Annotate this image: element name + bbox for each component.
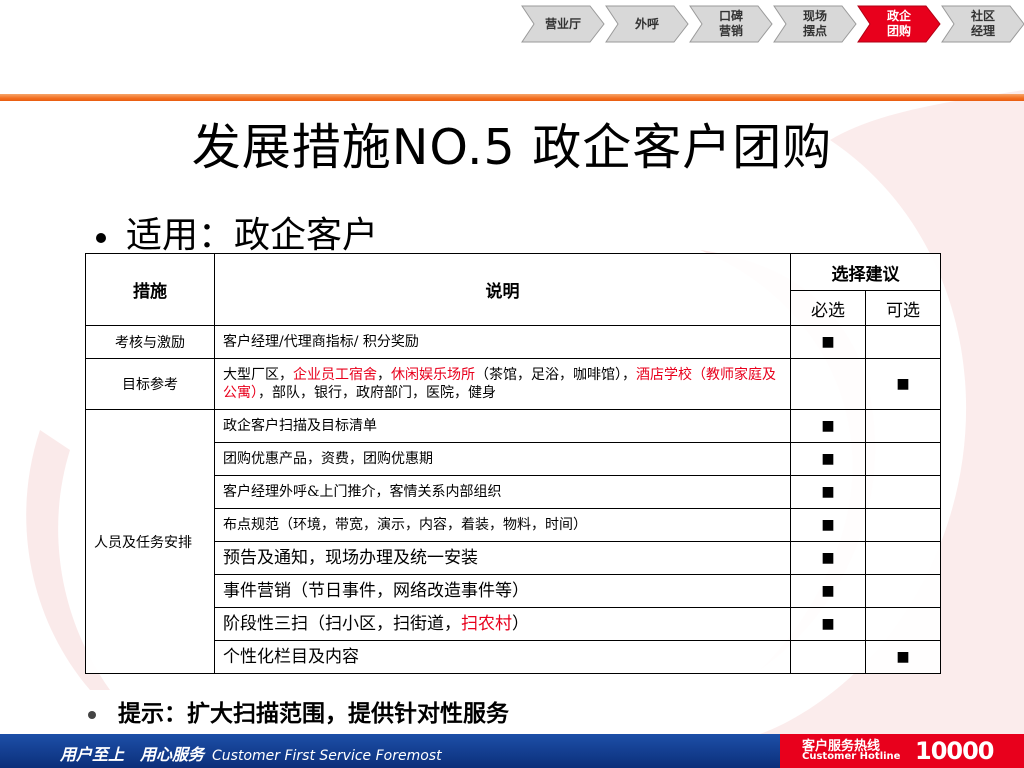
highlight-text: 休闲娱乐场所 bbox=[391, 367, 475, 383]
nav-tab-outbound-call[interactable]: 外呼 bbox=[604, 4, 690, 44]
bullet-dot bbox=[88, 710, 96, 719]
hotline-badge: 客户服务热线 Customer Hotline 10000 bbox=[780, 734, 1024, 768]
measures-table: 措施 说明 选择建议 必选 可选 考核与激励 客户经理/代理商指标/ 积分奖励 … bbox=[85, 253, 941, 674]
required-mark-empty bbox=[790, 640, 866, 674]
optional-mark-empty bbox=[865, 325, 941, 359]
required-mark: ■ bbox=[790, 607, 866, 641]
highlight-text: 企业员工宿舍 bbox=[293, 367, 377, 383]
header-optional: 可选 bbox=[865, 290, 941, 326]
table-row: 布点规范（环境，带宽，演示，内容，着装，物料，时间） ■ bbox=[86, 508, 941, 542]
nav-tab-label: 社区 经理 bbox=[970, 9, 995, 38]
nav-tab-label: 口碑 营销 bbox=[718, 9, 743, 38]
required-mark: ■ bbox=[790, 574, 866, 608]
nav-tab-onsite-booth[interactable]: 现场 摆点 bbox=[772, 4, 858, 44]
required-mark: ■ bbox=[790, 541, 866, 575]
description-cell: 客户经理/代理商指标/ 积分奖励 bbox=[214, 325, 791, 359]
optional-mark-empty bbox=[865, 574, 941, 608]
description-part: 大型厂区， bbox=[223, 367, 293, 383]
required-mark: ■ bbox=[790, 325, 866, 359]
description-part: 阶段性三扫（扫小区，扫街道， bbox=[223, 614, 461, 634]
description-cell: 个性化栏目及内容 bbox=[214, 640, 791, 674]
description-cell: 事件营销（节日事件，网络改造事件等） bbox=[214, 574, 791, 608]
required-mark-empty bbox=[790, 358, 866, 410]
nav-tab-label: 政企 团购 bbox=[886, 9, 911, 38]
nav-tab-gov-enterprise-group-buy[interactable]: 政企 团购 bbox=[856, 4, 942, 44]
description-cell: 政企客户扫描及目标清单 bbox=[214, 409, 791, 443]
header-measure: 措施 bbox=[85, 253, 215, 326]
nav-tab-word-of-mouth[interactable]: 口碑 营销 bbox=[688, 4, 774, 44]
description-cell: 布点规范（环境，带宽，演示，内容，着装，物料，时间） bbox=[214, 508, 791, 542]
tip-text: 提示：扩大扫描范围，提供针对性服务 bbox=[118, 701, 509, 727]
header-description: 说明 bbox=[214, 253, 791, 326]
table-row: 客户经理外呼&上门推介，客情关系内部组织 ■ bbox=[86, 475, 941, 509]
table-row: 个性化栏目及内容 ■ bbox=[86, 640, 941, 674]
description-cell: 预告及通知，现场办理及统一安装 bbox=[214, 541, 791, 575]
slogan-zh: 用户至上 用心服务 bbox=[60, 745, 205, 764]
table-row: 人员及任务安排 政企客户扫描及目标清单 ■ bbox=[85, 409, 941, 674]
nav-tab-community-manager[interactable]: 社区 经理 bbox=[940, 4, 1024, 44]
table-row: 团购优惠产品，资费，团购优惠期 ■ bbox=[86, 442, 941, 476]
header-required: 必选 bbox=[790, 290, 866, 326]
table-row: 阶段性三扫（扫小区，扫街道，扫农村） ■ bbox=[86, 607, 941, 641]
description-part: ， bbox=[377, 367, 391, 383]
optional-mark-empty bbox=[865, 541, 941, 575]
page-title: 发展措施NO.5 政企客户团购 bbox=[191, 119, 833, 176]
highlight-text: 扫农村 bbox=[461, 614, 512, 634]
nav-tab-label: 外呼 bbox=[634, 16, 659, 31]
optional-mark-empty bbox=[865, 607, 941, 641]
required-mark: ■ bbox=[790, 508, 866, 542]
nav-tab-business-hall[interactable]: 营业厅 bbox=[520, 4, 606, 44]
description-part: ，部队，银行，政府部门，医院，健身 bbox=[258, 385, 496, 401]
optional-mark-empty bbox=[865, 508, 941, 542]
hotline-label-en: Customer Hotline bbox=[802, 751, 901, 762]
optional-mark-empty bbox=[865, 409, 941, 443]
optional-mark: ■ bbox=[865, 640, 941, 674]
category-cell: 人员及任务安排 bbox=[85, 409, 215, 674]
description-cell: 大型厂区，企业员工宿舍，休闲娱乐场所（茶馆，足浴，咖啡馆），酒店学校（教师家庭及… bbox=[214, 358, 791, 410]
table-row: 预告及通知，现场办理及统一安装 ■ bbox=[86, 541, 941, 575]
top-navigation: 营业厅 外呼 口碑 营销 现场 摆点 政企 团购 社区 经理 bbox=[520, 4, 1024, 44]
description-cell: 阶段性三扫（扫小区，扫街道，扫农村） bbox=[214, 607, 791, 641]
header-selection: 选择建议 bbox=[790, 253, 941, 291]
description-cell: 客户经理外呼&上门推介，客情关系内部组织 bbox=[214, 475, 791, 509]
nav-tab-label: 现场 摆点 bbox=[802, 9, 827, 38]
table-row: 事件营销（节日事件，网络改造事件等） ■ bbox=[86, 574, 941, 608]
applicability-text: 适用：政企客户 bbox=[126, 215, 379, 256]
bullet-dot bbox=[96, 233, 106, 243]
tip-note: 提示：扩大扫描范围，提供针对性服务 bbox=[88, 694, 509, 728]
nav-tab-label: 营业厅 bbox=[544, 16, 581, 31]
required-mark: ■ bbox=[790, 442, 866, 476]
table-row: 目标参考 大型厂区，企业员工宿舍，休闲娱乐场所（茶馆，足浴，咖啡馆），酒店学校（… bbox=[85, 358, 941, 410]
table-row: 考核与激励 客户经理/代理商指标/ 积分奖励 ■ bbox=[85, 325, 941, 359]
required-mark: ■ bbox=[790, 475, 866, 509]
description-part: （茶馆，足浴，咖啡馆）， bbox=[475, 367, 636, 383]
applicability-bullet: 适用：政企客户 bbox=[96, 206, 378, 258]
orange-divider bbox=[0, 94, 1024, 101]
optional-mark: ■ bbox=[865, 358, 941, 410]
hotline-number: 10000 bbox=[915, 737, 994, 765]
footer-bar: 用户至上 用心服务 Customer First Service Foremost… bbox=[0, 734, 1024, 768]
slogan-en: Customer First Service Foremost bbox=[212, 748, 442, 764]
description-cell: 团购优惠产品，资费，团购优惠期 bbox=[214, 442, 791, 476]
category-cell: 考核与激励 bbox=[85, 325, 215, 359]
category-cell: 目标参考 bbox=[85, 358, 215, 410]
optional-mark-empty bbox=[865, 442, 941, 476]
required-mark: ■ bbox=[790, 409, 866, 443]
description-part: ） bbox=[512, 614, 529, 634]
footer-slogan: 用户至上 用心服务 Customer First Service Foremost bbox=[60, 741, 442, 765]
optional-mark-empty bbox=[865, 475, 941, 509]
